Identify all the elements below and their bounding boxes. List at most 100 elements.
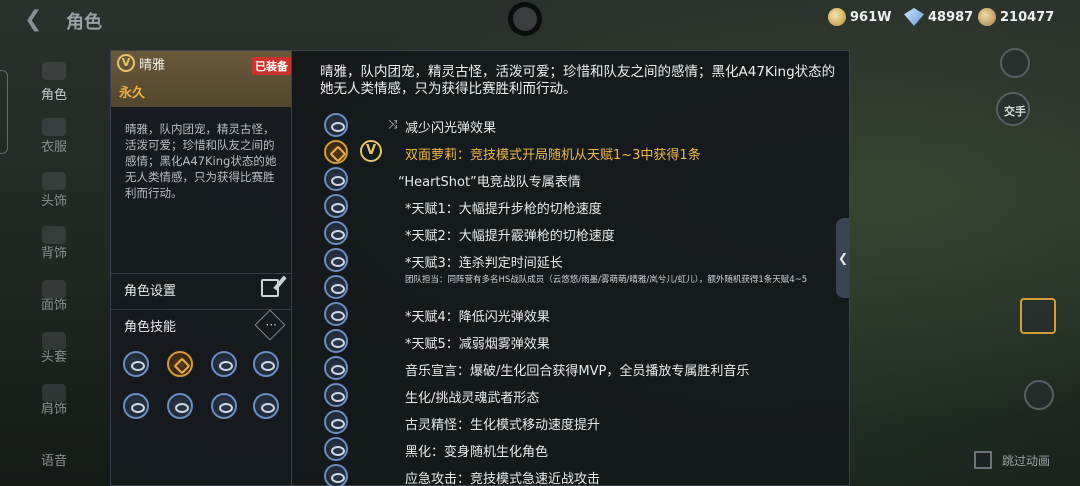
- switch-hand-button[interactable]: 交手: [996, 92, 1030, 126]
- talent-streak-icon: [324, 248, 348, 272]
- nav-item-clothes[interactable]: 衣服: [0, 136, 108, 155]
- team-icon[interactable]: [211, 393, 237, 419]
- list-item: *天赋3：连杀判定时间延长: [292, 248, 850, 275]
- skill-text: 减少闪光弹效果: [405, 121, 497, 136]
- skill-detail-panel: 晴雅，队内团宠，精灵古怪，活泼可爱；珍惜和队友之间的感情；黑化A47King状态…: [292, 50, 850, 486]
- list-item: *天赋1：大幅提升步枪的切枪速度: [292, 194, 850, 221]
- skill-text: “HeartShot”电竞战队专属表情: [398, 175, 581, 190]
- token-icon: [978, 8, 996, 26]
- headwear-icon: [42, 172, 66, 190]
- character-card: V 晴雅 已装备 永久 晴雅，队内团宠，精灵古怪，活泼可爱；珍惜和队友之间的感情…: [110, 50, 292, 486]
- detail-description: 晴雅，队内团宠，精灵古怪，活泼可爱；珍惜和队友之间的感情；黑化A47King状态…: [320, 64, 836, 97]
- camera-lens-icon: [508, 2, 542, 36]
- speed-icon: [324, 410, 348, 434]
- v-badge-icon: V: [360, 140, 382, 162]
- talent-flash-icon: [324, 302, 348, 326]
- collapse-panel-button[interactable]: ❮: [836, 218, 850, 298]
- character-header: V 晴雅 已装备 永久: [111, 51, 291, 107]
- currency-value: 961W: [850, 9, 892, 25]
- list-item: 生化/挑战灵魂武者形态: [292, 383, 850, 410]
- nav-item-voice[interactable]: 语音: [0, 450, 108, 469]
- currency-diamond: 48987: [904, 8, 973, 26]
- emote-icon: [324, 167, 348, 191]
- talent-flash-icon[interactable]: [253, 393, 279, 419]
- skill-text: 双面萝莉：竞技模式开局随机从天赋1~3中获得1条: [405, 148, 701, 163]
- skill-text: 古灵精怪：生化模式移动速度提升: [405, 418, 601, 433]
- music-icon: [324, 356, 348, 380]
- diamond-icon: [904, 8, 924, 26]
- skill-text: 音乐宣言：爆破/生化回合获得MVP，全员播放专属胜利音乐: [405, 364, 750, 379]
- switch-hand-label: 交手: [1004, 105, 1026, 118]
- transform-icon: [324, 437, 348, 461]
- skill-text: 生化/挑战灵魂武者形态: [405, 391, 540, 406]
- skip-animation-label: 跳过动画: [1002, 454, 1051, 468]
- shuffle-icon: ⤨: [388, 117, 398, 131]
- duration-label: 永久: [119, 86, 146, 101]
- currency-token: 210477: [978, 8, 1054, 26]
- list-item: V 双面萝莉：竞技模式开局随机从天赋1~3中获得1条: [292, 140, 850, 167]
- skip-checkbox[interactable]: [974, 451, 992, 469]
- v-badge-icon: V: [117, 54, 135, 72]
- page-title: 角色: [66, 12, 102, 33]
- list-item: “HeartShot”电竞战队专属表情: [292, 167, 850, 194]
- gamepad-icon[interactable]: [1000, 48, 1030, 78]
- left-nav: 角色 衣服 头饰 背饰 面饰 头套 肩饰 语音: [0, 50, 108, 486]
- skill-text: *天赋3：连杀判定时间延长: [405, 256, 563, 271]
- talent-streak-icon[interactable]: [167, 393, 193, 419]
- gold-coin-icon: [828, 8, 846, 26]
- currency-gold: 961W: [828, 8, 891, 26]
- list-item: ⤨ 减少闪光弹效果: [292, 113, 850, 140]
- skill-text: 黑化：变身随机生化角色: [405, 445, 549, 460]
- currency-value: 48987: [928, 9, 974, 25]
- skill-text: *天赋4：降低闪光弹效果: [405, 310, 550, 325]
- team-icon: [324, 275, 348, 299]
- soul-warrior-icon: [324, 383, 348, 407]
- nav-item-facewear[interactable]: 面饰: [0, 294, 108, 313]
- skill-text: 团队担当：同阵营有多名HS战队成员（云悠悠/雨墨/雾萌萌/晴雅/岚兮儿/虹儿），…: [405, 275, 808, 285]
- nav-item-shoulder[interactable]: 肩饰: [0, 398, 108, 417]
- edit-icon[interactable]: [261, 279, 279, 297]
- flash-reduce-icon: [324, 113, 348, 137]
- skill-text: *天赋2：大幅提升霰弹枪的切枪速度: [405, 229, 615, 244]
- list-item: *天赋5：减弱烟雾弹效果: [292, 329, 850, 356]
- top-bar: ❮ 角色 961W 48987 210477: [0, 0, 1080, 40]
- talent-shotgun-icon: [324, 221, 348, 245]
- character-description: 晴雅，队内团宠，精灵古怪，活泼可爱；珍惜和队友之间的感情；黑化A47King状态…: [125, 122, 277, 200]
- clothes-icon: [42, 118, 66, 136]
- skip-animation-toggle[interactable]: 跳过动画: [974, 449, 1064, 471]
- list-item: 应急攻击：竞技模式急速近战攻击: [292, 464, 850, 486]
- character-icon: [42, 62, 66, 80]
- nav-item-headwear[interactable]: 头饰: [0, 190, 108, 209]
- character-settings-row[interactable]: 角色设置: [111, 273, 291, 303]
- melee-icon: [324, 464, 348, 486]
- list-item: 古灵精怪：生化模式移动速度提升: [292, 410, 850, 437]
- currency-value: 210477: [1000, 9, 1055, 25]
- list-item: 音乐宣言：爆破/生化回合获得MVP，全员播放专属胜利音乐: [292, 356, 850, 383]
- skill-text: *天赋5：减弱烟雾弹效果: [405, 337, 550, 352]
- back-arrow-icon[interactable]: ❮: [24, 8, 46, 32]
- dual-face-icon[interactable]: [167, 351, 193, 377]
- list-item: 团队担当：同阵营有多名HS战队成员（云悠悠/雨墨/雾萌萌/晴雅/岚兮儿/虹儿），…: [292, 275, 850, 302]
- talent-rifle-icon: [324, 194, 348, 218]
- more-dots: ···: [265, 318, 277, 332]
- talent-rifle-icon[interactable]: [253, 351, 279, 377]
- character-settings-label: 角色设置: [124, 284, 177, 299]
- nav-item-character[interactable]: 角色: [0, 84, 108, 103]
- list-item: 黑化：变身随机生化角色: [292, 437, 850, 464]
- flash-reduce-icon[interactable]: [123, 351, 149, 377]
- character-skills-row: 角色技能 ···: [111, 309, 291, 341]
- mask-item-icon[interactable]: [1020, 298, 1056, 334]
- rotate-icon[interactable]: [1024, 380, 1054, 410]
- nav-item-headgear[interactable]: 头套: [0, 346, 108, 365]
- nav-item-backwear[interactable]: 背饰: [0, 242, 108, 261]
- list-item: *天赋4：降低闪光弹效果: [292, 302, 850, 329]
- character-name: 晴雅: [139, 58, 166, 73]
- list-item: *天赋2：大幅提升霰弹枪的切枪速度: [292, 221, 850, 248]
- emote-icon[interactable]: [211, 351, 237, 377]
- equipped-badge: 已装备: [252, 57, 291, 75]
- skill-text: 应急攻击：竞技模式急速近战攻击: [405, 472, 601, 486]
- talent-shotgun-icon[interactable]: [123, 393, 149, 419]
- dual-face-icon: [324, 140, 348, 164]
- character-skills-label: 角色技能: [124, 320, 177, 335]
- skill-text: *天赋1：大幅提升步枪的切枪速度: [405, 202, 602, 217]
